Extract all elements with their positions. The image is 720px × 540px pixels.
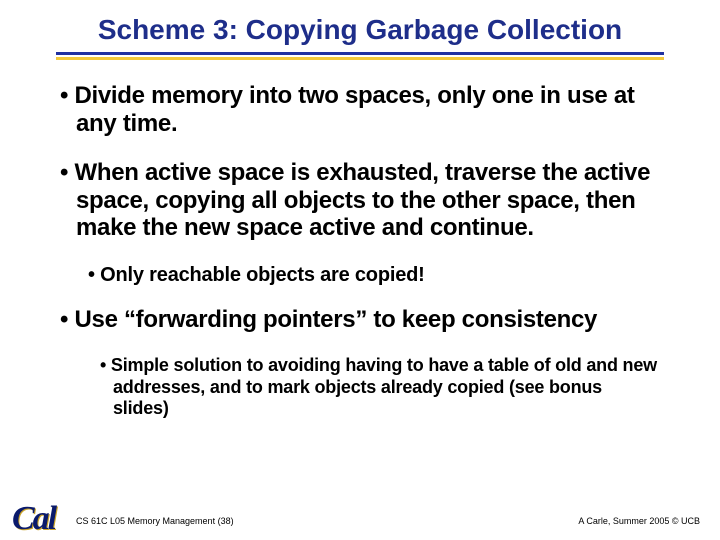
bullet-2a: • Only reachable objects are copied! bbox=[88, 264, 672, 288]
slide-body: • Divide memory into two spaces, only on… bbox=[0, 60, 720, 420]
title-underline bbox=[56, 52, 664, 60]
bullet-char: • bbox=[60, 306, 68, 333]
bullet-2: • When active space is exhausted, traver… bbox=[60, 159, 672, 242]
slide-title: Scheme 3: Copying Garbage Collection bbox=[0, 0, 720, 52]
bullet-3a: • Simple solution to avoiding having to … bbox=[100, 355, 672, 420]
footer-left: CS 61C L05 Memory Management (38) bbox=[76, 516, 234, 526]
bullet-2-text: When active space is exhausted, traverse… bbox=[74, 159, 650, 241]
slide: Scheme 3: Copying Garbage Collection • D… bbox=[0, 0, 720, 540]
footer-right: A Carle, Summer 2005 © UCB bbox=[578, 516, 700, 526]
bullet-char: • bbox=[60, 82, 68, 109]
cal-logo: Cal bbox=[10, 494, 68, 534]
bullet-3: • Use “forwarding pointers” to keep cons… bbox=[60, 306, 672, 334]
bullet-char: • bbox=[100, 355, 106, 375]
underline-blue bbox=[56, 52, 664, 55]
bullet-char: • bbox=[88, 264, 95, 286]
bullet-char: • bbox=[60, 159, 68, 186]
bullet-3a-text: Simple solution to avoiding having to ha… bbox=[111, 355, 657, 418]
cal-logo-text: Cal bbox=[12, 500, 55, 538]
bullet-1: • Divide memory into two spaces, only on… bbox=[60, 82, 672, 137]
bullet-1-text: Divide memory into two spaces, only one … bbox=[74, 82, 634, 137]
bullet-3-text: Use “forwarding pointers” to keep consis… bbox=[74, 306, 597, 333]
bullet-2a-text: Only reachable objects are copied! bbox=[100, 264, 424, 286]
